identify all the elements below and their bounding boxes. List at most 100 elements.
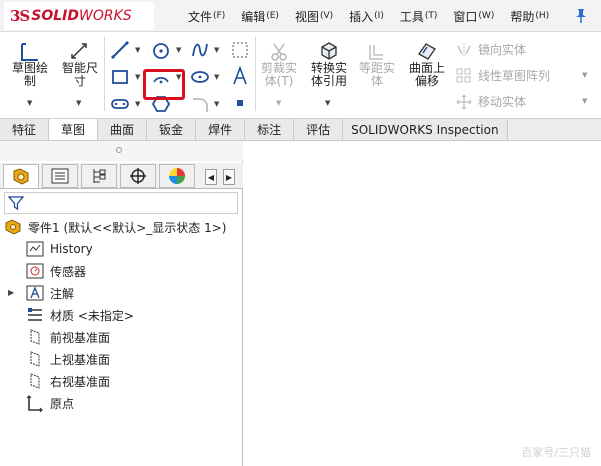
convert-label-2: 体引用 (310, 74, 347, 88)
watermark-text: 百家号/三只猫 (521, 446, 591, 459)
spline-dropdown-arrow[interactable]: ▼ (214, 46, 219, 54)
tree-item-origin[interactable]: 原点 (26, 393, 74, 413)
smart-dimension-button[interactable]: 智能尺 寸 (56, 62, 104, 88)
splitter-handle-icon[interactable] (116, 147, 122, 153)
tab-evaluate[interactable]: 评估 (294, 119, 344, 140)
move-entities-button[interactable]: 移动实体 (456, 93, 526, 110)
tab-dimxpert-manager[interactable] (120, 164, 156, 188)
ellipse-icon[interactable] (190, 67, 210, 87)
front-plane-label: 前视基准面 (50, 330, 111, 345)
feature-manager-icon (13, 168, 29, 185)
menu-edit[interactable]: 编辑 (E) (233, 0, 287, 32)
panel-splitter[interactable] (0, 141, 243, 161)
panel-tab-scroll-right[interactable]: ▶ (223, 169, 235, 185)
tree-item-material[interactable]: 材质 <未指定> (26, 305, 134, 325)
tab-weldments[interactable]: 焊件 (196, 119, 246, 140)
rectangle-dropdown-arrow[interactable]: ▼ (135, 73, 140, 81)
feature-manager-panel: ◀ ▶ 零件1 (默认<<默认>_显示状态 1>) History 传感器 ▶ … (0, 141, 243, 466)
tree-item-right-plane[interactable]: 右视基准面 (26, 371, 110, 391)
menu-file[interactable]: 文件 (F) (180, 0, 233, 32)
smart-dimension-icon (71, 43, 87, 59)
tab-sketch[interactable]: 草图 (49, 119, 99, 140)
line-dropdown-arrow[interactable]: ▼ (135, 46, 140, 54)
tab-sheet-metal-label: 钣金 (159, 123, 184, 137)
line-icon[interactable] (110, 40, 130, 60)
panel-tab-scroll-left[interactable]: ◀ (205, 169, 217, 185)
annotations-expand-icon[interactable]: ▶ (8, 288, 14, 297)
menu-file-label: 文件 (188, 9, 213, 24)
fillet-dropdown-arrow[interactable]: ▼ (214, 100, 219, 108)
sketch-dropdown-arrow[interactable]: ▼ (27, 99, 32, 107)
offset-label-2: 体 (370, 74, 383, 88)
logo-text-bold: SOLID (31, 8, 80, 24)
menu-edit-label: 编辑 (241, 9, 266, 24)
ellipse-dropdown-arrow[interactable]: ▼ (214, 73, 219, 81)
rectangle-icon[interactable] (110, 67, 130, 87)
menu-help[interactable]: 帮助 (H) (502, 0, 557, 32)
tree-item-sensors[interactable]: 传感器 (26, 261, 86, 281)
move-entities-dropdown-arrow[interactable]: ▼ (582, 97, 587, 105)
graphics-area[interactable]: 百家号/三只猫 (244, 141, 601, 466)
offset-entities-button[interactable]: 等距实 体 (355, 62, 399, 88)
tab-features[interactable]: 特征 (0, 119, 50, 140)
tab-sheet-metal[interactable]: 钣金 (147, 119, 197, 140)
construction-geometry-icon[interactable] (231, 41, 249, 59)
circle-dropdown-arrow[interactable]: ▼ (176, 46, 181, 54)
offset-on-surface-button[interactable]: 曲面上 偏移 (403, 62, 451, 88)
text-icon[interactable] (231, 66, 249, 86)
pin-icon[interactable] (574, 8, 588, 24)
crosshair-icon (130, 168, 146, 184)
offset-entities-icon (369, 45, 383, 60)
tab-markup[interactable]: 标注 (245, 119, 295, 140)
menu-insert-label: 插入 (349, 9, 374, 24)
part-icon (4, 218, 22, 236)
mirror-entities-icon (457, 42, 471, 57)
tree-root-part[interactable]: 零件1 (默认<<默认>_显示状态 1>) (4, 217, 226, 237)
fillet-icon[interactable] (190, 94, 210, 114)
command-manager-tabs: 特征 草图 曲面 钣金 焊件 标注 评估 SOLIDWORKS Inspecti… (0, 119, 601, 141)
menu-tools[interactable]: 工具 (T) (392, 0, 446, 32)
tree-filter-field[interactable] (4, 192, 238, 214)
circle-icon[interactable] (151, 41, 171, 61)
tree-item-front-plane[interactable]: 前视基准面 (26, 327, 110, 347)
convert-entities-button[interactable]: 转换实 体引用 (305, 62, 353, 88)
tree-item-history[interactable]: History (26, 239, 93, 259)
smart-dimension-dropdown-arrow[interactable]: ▼ (76, 99, 81, 107)
solidworks-logo[interactable]: 3S SOLID WORKS (4, 2, 154, 30)
point-icon[interactable] (231, 94, 249, 112)
filter-icon[interactable] (8, 195, 24, 211)
tab-evaluate-label: 评估 (306, 123, 331, 137)
menu-insert[interactable]: 插入 (I) (341, 0, 392, 32)
tab-solidworks-inspection[interactable]: SOLIDWORKS Inspection (343, 119, 508, 140)
menu-window[interactable]: 窗口 (W) (445, 0, 502, 32)
tab-property-manager[interactable] (42, 164, 78, 188)
tab-feature-manager[interactable] (3, 164, 39, 188)
menu-view-accel: (V) (319, 11, 334, 21)
tab-features-label: 特征 (12, 123, 37, 137)
panel-tab-strip: ◀ ▶ (0, 163, 243, 189)
annotations-label: 注解 (50, 286, 75, 301)
spline-icon[interactable] (190, 40, 210, 60)
plane-icon (26, 328, 44, 346)
menu-insert-accel: (I) (374, 11, 384, 21)
tab-surfaces[interactable]: 曲面 (98, 119, 148, 140)
convert-entities-icon (321, 42, 337, 60)
mirror-entities-button[interactable]: 镜向实体 (456, 41, 526, 58)
trim-dropdown-arrow[interactable]: ▼ (276, 99, 281, 107)
tree-item-annotations[interactable]: 注解 (26, 283, 74, 303)
linear-pattern-dropdown-arrow[interactable]: ▼ (582, 71, 587, 79)
slot-icon[interactable] (110, 94, 130, 114)
menu-view[interactable]: 视图 (V) (287, 0, 341, 32)
sketch-button[interactable]: 草图绘 制 (6, 62, 54, 88)
menu-view-label: 视图 (294, 9, 319, 24)
convert-dropdown-arrow[interactable]: ▼ (325, 99, 330, 107)
trim-entities-button[interactable]: 剪裁实 体(T) (255, 62, 303, 88)
slot-dropdown-arrow[interactable]: ▼ (135, 100, 140, 108)
tab-markup-label: 标注 (257, 123, 282, 137)
tree-item-top-plane[interactable]: 上视基准面 (26, 349, 110, 369)
tab-configuration-manager[interactable] (81, 164, 117, 188)
tab-display-manager[interactable] (159, 164, 195, 188)
linear-pattern-button[interactable]: 线性草图阵列 (456, 67, 550, 84)
sensors-label: 传感器 (50, 264, 87, 279)
title-bar: 3S SOLID WORKS 文件 (F) 编辑 (E) 视图 (V) 插入 (I) 工… (0, 0, 601, 32)
